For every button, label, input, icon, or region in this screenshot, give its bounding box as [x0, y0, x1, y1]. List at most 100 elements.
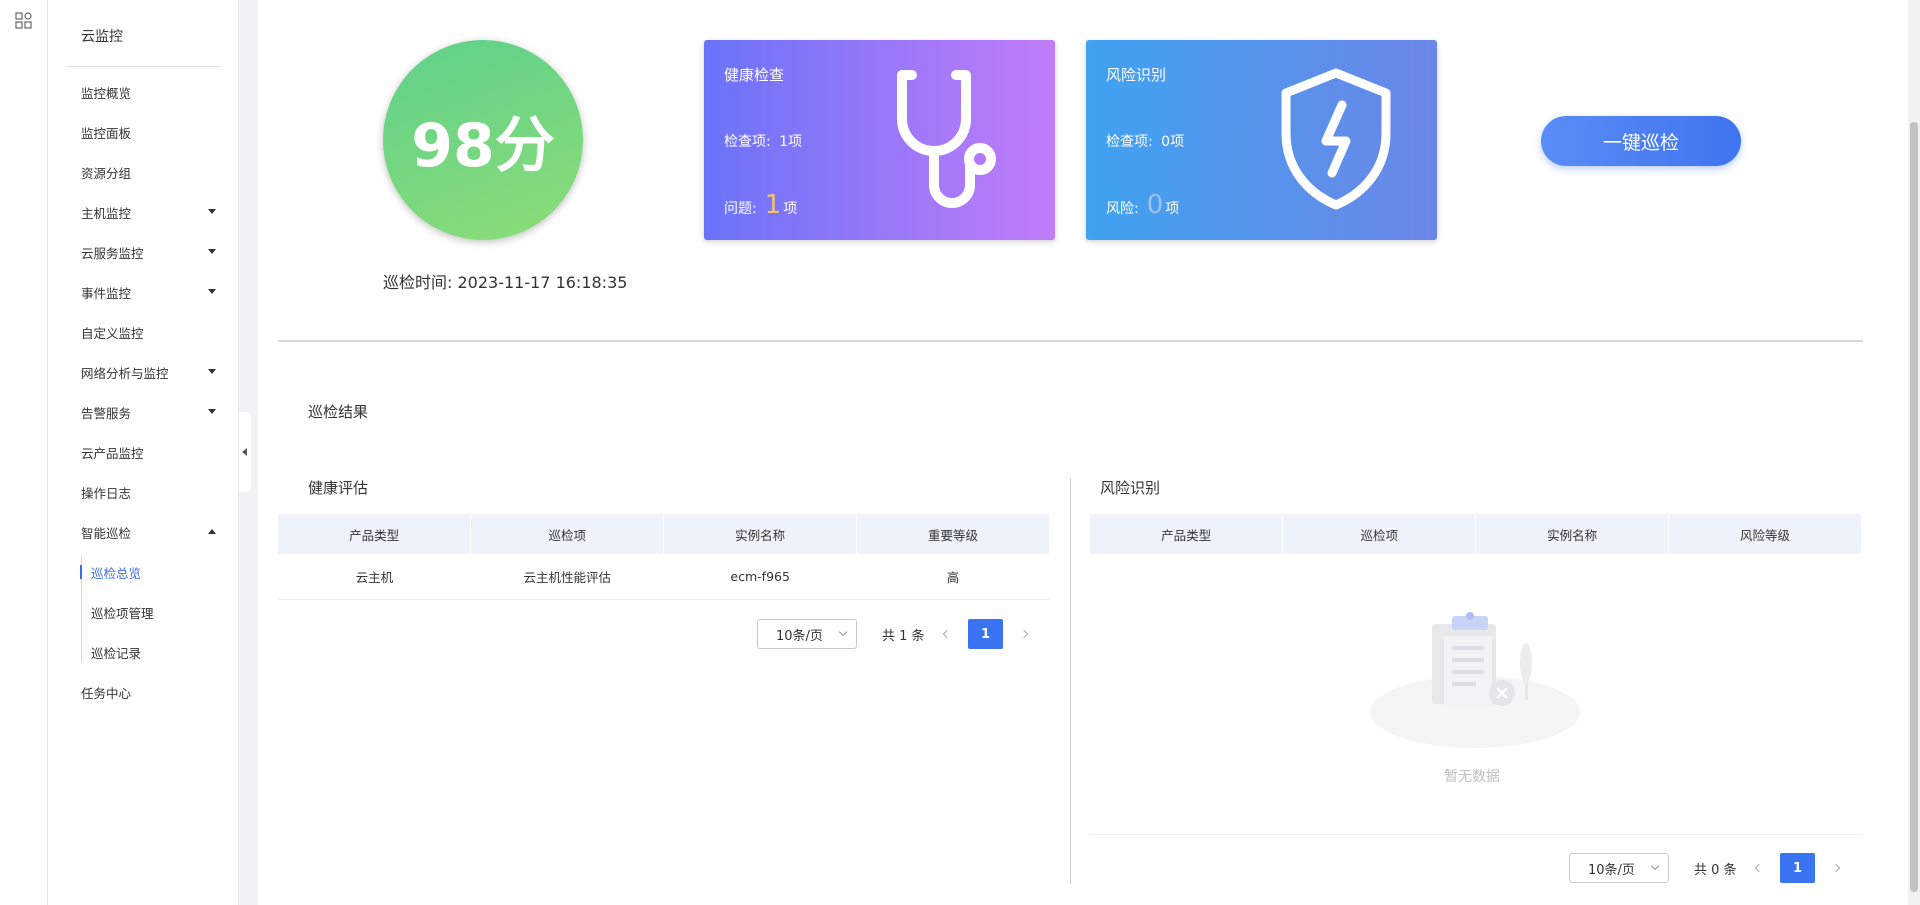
empty-clipboard-icon — [1370, 612, 1580, 748]
table-row[interactable]: 云主机 云主机性能评估 ecm-f965 高 — [278, 554, 1050, 600]
sidebar-item-host-monitor[interactable]: 主机监控 — [48, 192, 238, 232]
sidebar-item-label: 云服务监控 — [81, 245, 144, 261]
collapse-left-icon — [242, 448, 247, 456]
sidebar-item-label: 操作日志 — [81, 485, 132, 501]
sidebar-item-smart-inspection[interactable]: 智能巡检 — [48, 512, 238, 552]
sidebar-subitem-label: 巡检项管理 — [91, 605, 154, 621]
next-page-button[interactable] — [1009, 619, 1039, 649]
results-section-title: 巡检结果 — [308, 403, 369, 421]
sidebar-item-resource-group[interactable]: 资源分组 — [48, 152, 238, 192]
sidebar-subitem-inspection-records[interactable]: 巡检记录 — [48, 632, 238, 672]
sidebar-item-task-center[interactable]: 任务中心 — [48, 672, 238, 712]
caret-down-icon — [208, 289, 216, 294]
section-divider — [278, 340, 1863, 342]
next-page-button[interactable] — [1821, 853, 1851, 883]
sidebar-subitem-inspection-overview[interactable]: 巡检总览 — [48, 552, 238, 592]
column-header: 实例名称 — [663, 514, 858, 554]
column-header: 实例名称 — [1475, 514, 1670, 554]
one-click-inspect-button[interactable]: 一键巡检 — [1541, 116, 1741, 166]
sidebar-item-label: 事件监控 — [81, 285, 132, 301]
chevron-right-icon — [1831, 863, 1841, 873]
total-count: 共 0 条 — [1694, 862, 1737, 878]
risk-count: 风险: 0 项 — [1106, 192, 1179, 218]
column-header: 产品类型 — [278, 514, 472, 554]
sidebar-item-overview[interactable]: 监控概览 — [48, 72, 238, 112]
table-header-row: 产品类型 巡检项 实例名称 风险等级 — [1090, 514, 1862, 554]
column-header: 重要等级 — [856, 514, 1050, 554]
inspect-time: 巡检时间: 2023-11-17 16:18:35 — [383, 269, 627, 293]
sidebar-divider — [66, 66, 221, 67]
sidebar-item-label: 智能巡检 — [81, 525, 132, 541]
risk-unit: 项 — [1165, 201, 1180, 217]
sidebar-subitem-inspection-item-manage[interactable]: 巡检项管理 — [48, 592, 238, 632]
risk-identify-card: 风险识别 检查项: 0项 风险: 0 项 — [1086, 40, 1437, 240]
main-panel: 98分 巡检时间: 2023-11-17 16:18:35 健康检查 检查项: … — [258, 0, 1910, 905]
table-cell: 高 — [856, 554, 1050, 600]
column-header: 产品类型 — [1090, 514, 1284, 554]
sidebar-title: 云监控 — [81, 29, 123, 45]
page-size-select[interactable]: 10条/页 — [757, 619, 857, 649]
sidebar-item-label: 告警服务 — [81, 405, 132, 421]
scrollbar-thumb[interactable] — [1910, 122, 1918, 892]
sidebar-item-operation-log[interactable]: 操作日志 — [48, 472, 238, 512]
health-check-label: 检查项: — [724, 134, 771, 150]
sidebar-item-cloud-product-monitor[interactable]: 云产品监控 — [48, 432, 238, 472]
risk-identify-table: 产品类型 巡检项 实例名称 风险等级 — [1090, 514, 1862, 554]
total-count: 共 1 条 — [882, 628, 925, 644]
stethoscope-icon — [897, 70, 996, 208]
sidebar-item-label: 监控概览 — [81, 85, 132, 101]
risk-check-value: 0项 — [1161, 134, 1185, 150]
risk-pagination: 10条/页 共 0 条 1 — [1569, 853, 1851, 883]
chevron-left-icon — [942, 629, 952, 639]
empty-state-text: 暂无数据 — [1444, 769, 1500, 785]
table-cell: 云主机 — [278, 554, 471, 600]
sidebar-item-alarm-service[interactable]: 告警服务 — [48, 392, 238, 432]
page-size-select[interactable]: 10条/页 — [1569, 853, 1669, 883]
health-score-circle: 98分 — [383, 40, 583, 240]
chevron-down-icon — [838, 627, 848, 637]
page-number-button[interactable]: 1 — [1780, 853, 1815, 883]
chevron-left-icon — [1754, 863, 1764, 873]
sidebar-item-dashboard[interactable]: 监控面板 — [48, 112, 238, 152]
sidebar-item-event-monitor[interactable]: 事件监控 — [48, 272, 238, 312]
page-scrollbar[interactable] — [1908, 0, 1920, 905]
sidebar-item-label: 主机监控 — [81, 205, 132, 221]
risk-check-count: 检查项: 0项 — [1106, 131, 1184, 151]
sidebar-item-label: 监控面板 — [81, 125, 132, 141]
shield-lightning-icon — [1281, 68, 1391, 210]
sidebar-item-network-analysis[interactable]: 网络分析与监控 — [48, 352, 238, 392]
inspect-time-label: 巡检时间: — [383, 273, 453, 292]
page-size-value: 10条/页 — [776, 628, 823, 644]
chevron-down-icon — [1650, 861, 1660, 871]
sidebar-item-cloud-service-monitor[interactable]: 云服务监控 — [48, 232, 238, 272]
health-issue-number: 1 — [764, 190, 782, 220]
health-issue-count: 问题: 1 项 — [724, 192, 797, 218]
health-check-value: 1项 — [779, 134, 803, 150]
caret-down-icon — [208, 249, 216, 254]
health-assessment-table: 产品类型 巡检项 实例名称 重要等级 云主机 云主机性能评估 ecm-f965 … — [278, 514, 1050, 600]
sidebar-item-label: 自定义监控 — [81, 325, 144, 341]
health-pagination: 10条/页 共 1 条 1 — [757, 619, 1039, 649]
sidebar-subitem-label: 巡检记录 — [91, 645, 142, 661]
health-card-title: 健康检查 — [724, 66, 785, 84]
risk-label: 风险: — [1106, 201, 1139, 217]
prev-page-button[interactable] — [932, 619, 962, 649]
health-issue-unit: 项 — [783, 201, 798, 217]
table-cell: 云主机性能评估 — [470, 554, 664, 600]
risk-card-title: 风险识别 — [1106, 66, 1167, 84]
health-assessment-title: 健康评估 — [308, 479, 369, 497]
sidebar-collapse-toggle[interactable] — [239, 412, 251, 492]
sidebar-subitem-label: 巡检总览 — [91, 565, 142, 581]
apps-grid-icon[interactable] — [15, 12, 32, 29]
sidebar-nav: 云监控 监控概览监控面板资源分组主机监控云服务监控事件监控自定义监控网络分析与监… — [48, 0, 239, 905]
page-number-button[interactable]: 1 — [968, 619, 1003, 649]
sidebar-item-label: 网络分析与监控 — [81, 365, 169, 381]
caret-up-icon — [208, 529, 216, 534]
sidebar-item-custom-monitor[interactable]: 自定义监控 — [48, 312, 238, 352]
risk-number: 0 — [1146, 190, 1164, 220]
sidebar-item-label: 资源分组 — [81, 165, 132, 181]
health-score-value: 98分 — [411, 110, 555, 181]
page-size-value: 10条/页 — [1588, 862, 1635, 878]
prev-page-button[interactable] — [1744, 853, 1774, 883]
risk-identify-title: 风险识别 — [1100, 479, 1161, 497]
